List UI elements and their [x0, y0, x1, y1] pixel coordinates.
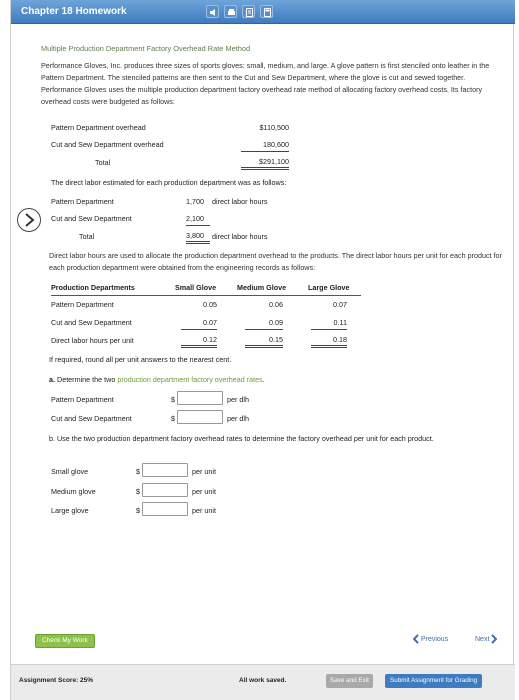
- calculator-icon[interactable]: [260, 5, 273, 18]
- dl-label-cutsew: Cut and Sew Department: [51, 214, 132, 223]
- rate-unit-pattern: per dlh: [227, 395, 249, 404]
- check-my-work-button[interactable]: Check My Work: [35, 634, 95, 648]
- overhead-unit-medium: per unit: [192, 487, 216, 496]
- overhead-unit-label-medium: Medium glove: [51, 487, 96, 496]
- part-a-prefix: a.: [49, 375, 55, 384]
- speaker-icon[interactable]: [206, 5, 219, 18]
- cutsew-rate-input[interactable]: [177, 410, 223, 424]
- pattern-rate-input[interactable]: [177, 391, 223, 405]
- overhead-value-pattern: $110,500: [259, 123, 289, 132]
- table-header-large: Large Glove: [308, 283, 350, 292]
- small-glove-input[interactable]: [142, 463, 188, 477]
- problem-heading: Multiple Production Department Factory O…: [41, 44, 251, 53]
- overhead-unit-large: per unit: [192, 506, 216, 515]
- dl-value-total: 3,800: [186, 231, 210, 244]
- table-row-label: Direct labor hours per unit: [51, 336, 134, 345]
- problem-intro: Performance Gloves, Inc. produces three …: [41, 61, 490, 106]
- next-button[interactable]: Next: [475, 634, 498, 644]
- previous-label: Previous: [420, 635, 449, 643]
- dl-label-total: Total: [79, 232, 95, 241]
- overhead-unit-small: per unit: [192, 467, 216, 476]
- homework-window: Chapter 18 Homework Multiple Production …: [10, 0, 515, 700]
- rate-label-pattern: Pattern Department: [51, 395, 114, 404]
- table-header-small: Small Glove: [175, 283, 217, 292]
- submit-assignment-button[interactable]: Submit Assignment for Grading: [385, 674, 483, 688]
- table-cell: 0.07: [181, 318, 217, 330]
- chevron-right-icon: [491, 634, 498, 644]
- rate-unit-cutsew: per dlh: [227, 414, 249, 423]
- table-cell: 0.05: [203, 300, 217, 309]
- dl-label-pattern: Pattern Department: [51, 197, 114, 206]
- part-a-link[interactable]: production department factory overhead r…: [117, 375, 262, 384]
- part-b-question: b. Use the two production department fac…: [49, 434, 434, 443]
- overhead-value-cutsew: 180,600: [241, 140, 289, 152]
- dl-value-cutsew: 2,100: [186, 214, 210, 226]
- assignment-score: Assignment Score: 25%: [19, 677, 94, 684]
- expand-arrow-button[interactable]: [17, 208, 41, 232]
- dl-unit-pattern: direct labor hours: [212, 197, 268, 206]
- overhead-label-pattern: Pattern Department overhead: [51, 123, 146, 132]
- overhead-value-total: $291,100: [241, 157, 289, 170]
- table-cell: 0.12: [181, 335, 217, 348]
- table-cell: 0.18: [311, 335, 347, 348]
- currency-symbol: $: [171, 414, 175, 423]
- medium-glove-input[interactable]: [142, 483, 188, 497]
- table-header-medium: Medium Glove: [237, 283, 287, 292]
- currency-symbol: $: [136, 467, 140, 476]
- table-header-departments: Production Departments: [51, 283, 135, 292]
- overhead-unit-label-large: Large glove: [51, 506, 89, 515]
- dl-unit-total: direct labor hours: [212, 232, 268, 241]
- previous-button[interactable]: Previous: [412, 634, 449, 644]
- overhead-label-cutsew: Cut and Sew Department overhead: [51, 140, 164, 149]
- title-bar: Chapter 18 Homework: [11, 0, 515, 24]
- currency-symbol: $: [171, 395, 175, 404]
- chevron-right-icon: [25, 213, 35, 227]
- table-cell: 0.11: [311, 318, 347, 330]
- table-cell: 0.09: [245, 318, 283, 330]
- chevron-left-icon: [412, 634, 419, 644]
- overhead-unit-label-small: Small glove: [51, 467, 89, 476]
- table-header-rule: [51, 295, 361, 296]
- save-and-exit-button[interactable]: Save and Exit: [326, 674, 373, 688]
- document-icon[interactable]: [242, 5, 255, 18]
- window-title: Chapter 18 Homework: [21, 6, 127, 17]
- overhead-label-total: Total: [95, 158, 111, 167]
- save-status: All work saved.: [239, 677, 287, 684]
- rounding-note: If required, round all per unit answers …: [49, 355, 232, 364]
- rate-label-cutsew: Cut and Sew Department: [51, 414, 132, 423]
- dl-value-pattern: 1,700: [186, 197, 204, 206]
- dlh-paragraph: Direct labor hours are used to allocate …: [49, 251, 502, 272]
- table-cell: 0.07: [333, 300, 347, 309]
- table-row-label: Pattern Department: [51, 300, 114, 309]
- next-label: Next: [475, 635, 490, 643]
- footer-bar: Assignment Score: 25% All work saved. Sa…: [11, 664, 515, 700]
- direct-labor-intro: The direct labor estimated for each prod…: [51, 178, 287, 187]
- large-glove-input[interactable]: [142, 502, 188, 516]
- table-cell: 0.15: [245, 335, 283, 348]
- currency-symbol: $: [136, 506, 140, 515]
- table-cell: 0.06: [269, 300, 283, 309]
- part-a-question: a. Determine the two production departme…: [49, 375, 265, 384]
- part-a-text-start: Determine the two: [57, 375, 118, 384]
- currency-symbol: $: [136, 487, 140, 496]
- part-a-text-end: .: [262, 375, 265, 384]
- table-row-label: Cut and Sew Department: [51, 318, 132, 327]
- print-icon[interactable]: [224, 5, 237, 18]
